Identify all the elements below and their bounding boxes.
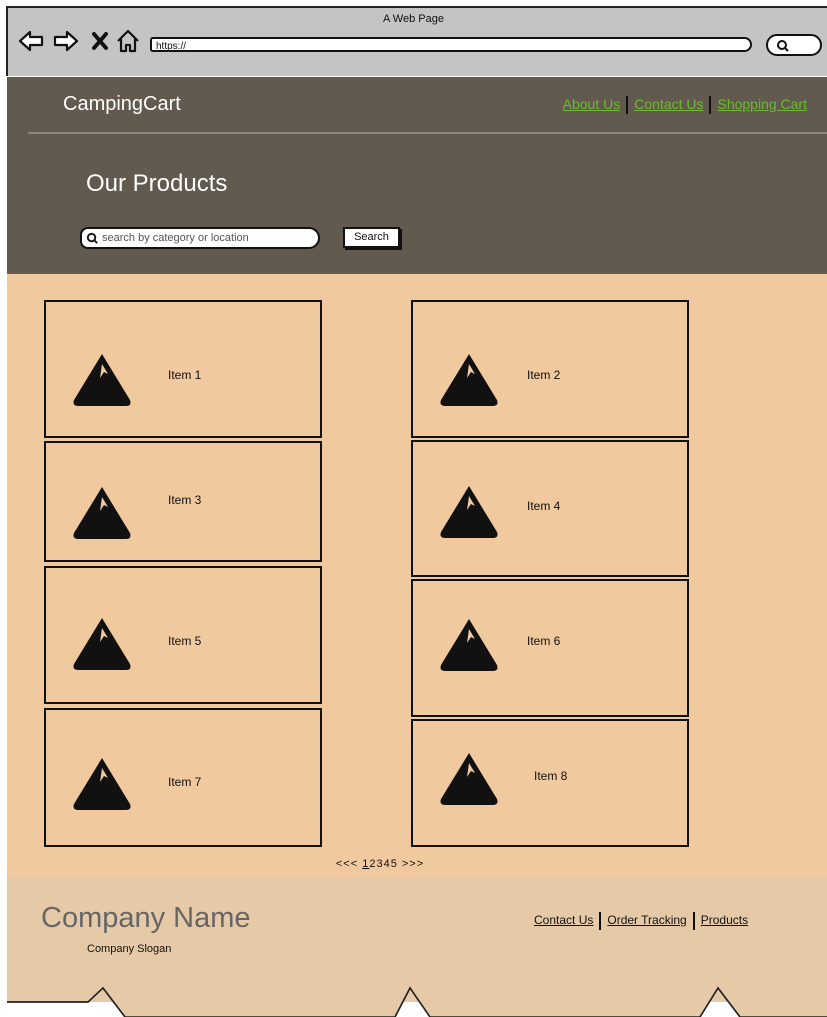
page-title: Our Products bbox=[86, 170, 228, 197]
mountain-image-icon bbox=[73, 354, 131, 406]
pagination-page-4[interactable]: 4 bbox=[384, 858, 391, 870]
mountain-image-icon bbox=[73, 487, 131, 539]
forward-arrow-icon[interactable] bbox=[52, 26, 80, 56]
close-icon[interactable] bbox=[88, 26, 116, 56]
search-icon bbox=[777, 40, 789, 52]
product-card[interactable]: Item 7 bbox=[44, 708, 322, 847]
product-card[interactable]: Item 2 bbox=[411, 300, 689, 438]
product-card[interactable]: Item 8 bbox=[411, 719, 689, 847]
pagination-next[interactable]: >>> bbox=[402, 858, 424, 870]
url-bar[interactable]: https:// bbox=[150, 37, 752, 52]
browser-search-field[interactable] bbox=[766, 34, 822, 56]
mountain-image-icon bbox=[440, 486, 498, 538]
mountain-image-icon bbox=[440, 753, 498, 805]
nav-separator bbox=[709, 96, 712, 115]
nav-link-contact-us[interactable]: Contact Us bbox=[634, 96, 703, 112]
mountain-image-icon bbox=[440, 354, 498, 406]
nav-separator bbox=[692, 912, 695, 930]
product-title: Item 5 bbox=[168, 634, 202, 648]
mountain-image-icon bbox=[73, 758, 131, 810]
product-title: Item 6 bbox=[527, 634, 561, 648]
pagination-page-5[interactable]: 5 bbox=[391, 858, 398, 870]
home-icon[interactable] bbox=[114, 26, 142, 56]
search-placeholder: search by category or location bbox=[102, 232, 249, 244]
product-card[interactable]: Item 5 bbox=[44, 566, 322, 704]
footer-link-order-tracking[interactable]: Order Tracking bbox=[607, 913, 686, 927]
product-card[interactable]: Item 1 bbox=[44, 300, 322, 438]
top-navigation: About Us Contact Us Shopping Cart bbox=[563, 96, 807, 115]
product-card[interactable]: Item 3 bbox=[44, 441, 322, 562]
window-title: A Web Page bbox=[383, 13, 444, 25]
product-title: Item 3 bbox=[168, 493, 202, 507]
mountain-image-icon bbox=[73, 618, 131, 670]
product-card[interactable]: Item 6 bbox=[411, 579, 689, 717]
nav-link-shopping-cart[interactable]: Shopping Cart bbox=[717, 96, 807, 112]
product-search-input[interactable]: search by category or location bbox=[80, 227, 320, 249]
footer-navigation: Contact Us Order Tracking Products bbox=[534, 912, 748, 930]
pagination: <<< 12345 >>> bbox=[0, 858, 760, 870]
product-title: Item 4 bbox=[527, 499, 561, 513]
nav-separator bbox=[599, 912, 602, 930]
footer-link-contact-us[interactable]: Contact Us bbox=[534, 913, 593, 927]
back-arrow-icon[interactable] bbox=[17, 26, 45, 56]
product-title: Item 1 bbox=[168, 368, 202, 382]
product-title: Item 2 bbox=[527, 368, 561, 382]
footer-link-products[interactable]: Products bbox=[701, 913, 748, 927]
pagination-prev[interactable]: <<< bbox=[336, 858, 358, 870]
product-card[interactable]: Item 4 bbox=[411, 440, 689, 577]
company-name: Company Name bbox=[41, 902, 251, 934]
product-title: Item 8 bbox=[534, 769, 568, 783]
nav-link-about-us[interactable]: About Us bbox=[563, 96, 621, 112]
pagination-page-3[interactable]: 3 bbox=[376, 858, 383, 870]
mountain-image-icon bbox=[440, 619, 498, 671]
nav-separator bbox=[626, 96, 629, 115]
product-title: Item 7 bbox=[168, 775, 202, 789]
search-button[interactable]: Search bbox=[343, 227, 400, 248]
site-logo-text[interactable]: CampingCart bbox=[63, 93, 181, 116]
site-footer bbox=[7, 877, 827, 1002]
header-divider bbox=[28, 132, 827, 134]
company-slogan: Company Slogan bbox=[87, 943, 172, 955]
search-icon bbox=[86, 232, 98, 244]
torn-page-edge bbox=[7, 985, 827, 1017]
